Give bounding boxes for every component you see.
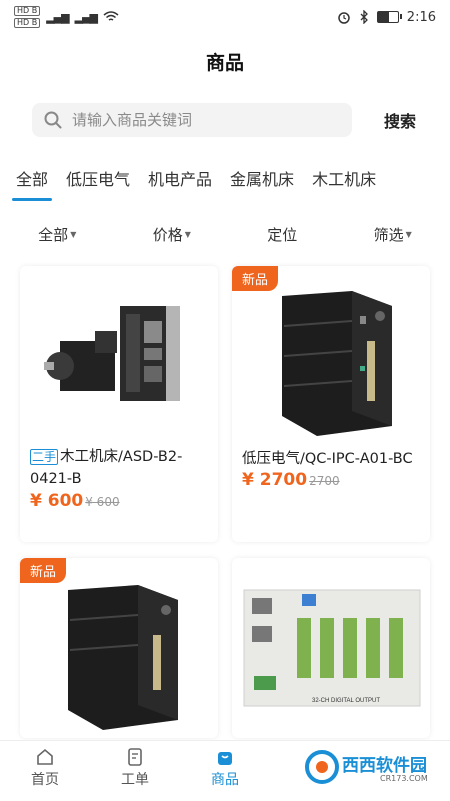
status-time: 2:16 bbox=[406, 9, 436, 25]
new-badge: 新品 bbox=[20, 558, 67, 583]
filter-all-label: 全部 bbox=[38, 225, 69, 244]
search-button[interactable]: 搜索 bbox=[384, 108, 416, 132]
caret-down-icon: ▼ bbox=[70, 229, 77, 239]
filter-row: 全部 ▼ 价格 ▼ 定位 筛选 ▼ bbox=[0, 222, 450, 246]
used-tag: 二手 bbox=[30, 449, 59, 465]
product-old-price: 2700 bbox=[309, 474, 340, 488]
bluetooth-icon bbox=[360, 10, 368, 24]
industrial-pc-image bbox=[282, 291, 392, 436]
filter-price[interactable]: 价格 ▼ bbox=[153, 222, 191, 246]
filter-all[interactable]: 全部 ▼ bbox=[38, 222, 76, 246]
digital-output-module-image bbox=[243, 589, 421, 707]
servo-motor-image bbox=[44, 306, 180, 401]
tab-work-order[interactable]: 工单 bbox=[90, 741, 180, 801]
filter-location-label: 定位 bbox=[267, 225, 298, 244]
product-card[interactable]: 二手 木工机床/ASD-B2-0421-B ¥ 600 ¥ 600 bbox=[20, 266, 218, 542]
product-title: 二手 木工机床/ASD-B2-0421-B bbox=[30, 446, 210, 490]
module-label: 32-CH DIGITAL OUTPUT bbox=[312, 698, 381, 704]
hd-label-1: HD B bbox=[14, 6, 41, 16]
filter-screen[interactable]: 筛选 ▼ bbox=[374, 222, 412, 246]
search-row: 搜索 bbox=[32, 102, 430, 138]
tab-home-label: 首页 bbox=[31, 772, 59, 788]
product-price: ¥ 600 bbox=[30, 491, 84, 511]
caret-down-icon: ▼ bbox=[405, 229, 412, 239]
search-input[interactable] bbox=[70, 110, 314, 130]
filter-location[interactable]: 定位 bbox=[267, 222, 297, 246]
category-tabs: 全部 低压电气 机电产品 金属机床 木工机床 bbox=[0, 160, 450, 204]
search-icon bbox=[44, 111, 62, 129]
shopping-bag-icon bbox=[218, 752, 232, 765]
category-tab-metal-machine[interactable]: 金属机床 bbox=[230, 160, 294, 190]
battery-icon bbox=[376, 11, 402, 23]
category-tab-low-voltage[interactable]: 低压电气 bbox=[66, 160, 130, 190]
tab-products-label: 商品 bbox=[211, 772, 239, 788]
new-badge: 新品 bbox=[232, 266, 279, 291]
price-row: ¥ 600 ¥ 600 bbox=[30, 491, 120, 511]
signal-icon-2: ▂▄▆ bbox=[74, 10, 98, 24]
document-icon bbox=[128, 748, 142, 766]
category-tab-woodworking[interactable]: 木工机床 bbox=[312, 160, 376, 190]
battery-level bbox=[377, 12, 389, 22]
tab-work-order-label: 工单 bbox=[121, 772, 149, 788]
hd-labels: HD B HD B bbox=[14, 6, 41, 28]
product-price: ¥ 2700 bbox=[242, 470, 308, 490]
status-right: 2:16 bbox=[337, 10, 436, 25]
status-left: HD B HD B ▂▄▆ ▂▄▆ bbox=[14, 6, 119, 28]
product-title: 低压电气/QC-IPC-A01-BC bbox=[242, 451, 413, 467]
category-tab-all[interactable]: 全部 bbox=[11, 160, 53, 201]
product-old-price: ¥ 600 bbox=[85, 495, 120, 509]
price-row: ¥ 2700 2700 bbox=[242, 470, 340, 490]
watermark-sub: CR173.COM bbox=[380, 774, 428, 783]
category-tab-electromechanical[interactable]: 机电产品 bbox=[148, 160, 212, 190]
product-card[interactable]: 新品 bbox=[20, 558, 218, 738]
watermark-text: 西西软件园 bbox=[342, 756, 427, 776]
wifi-icon bbox=[103, 11, 119, 21]
industrial-pc-image bbox=[68, 585, 178, 730]
caret-down-icon: ▼ bbox=[184, 229, 191, 239]
page-title: 商品 bbox=[205, 52, 244, 74]
product-card[interactable]: 32-CH DIGITAL OUTPUT bbox=[232, 558, 430, 738]
search-box[interactable] bbox=[32, 103, 352, 137]
filter-screen-label: 筛选 bbox=[373, 225, 404, 244]
product-card[interactable]: 新品 低压电气/QC-IPC-A01-BC ¥ 2700 2700 bbox=[232, 266, 430, 542]
home-icon bbox=[37, 748, 53, 765]
alarm-icon bbox=[338, 12, 350, 24]
signal-icon: ▂▄▆ bbox=[46, 10, 69, 24]
status-bar: HD B HD B ▂▄▆ ▂▄▆ 2:16 bbox=[0, 0, 450, 34]
tab-products[interactable]: 商品 bbox=[180, 741, 270, 801]
watermark-logo: 西西软件园 CR173.COM bbox=[300, 745, 450, 790]
hd-label-2: HD B bbox=[14, 18, 41, 28]
tab-home[interactable]: 首页 bbox=[0, 741, 90, 801]
filter-price-label: 价格 bbox=[152, 225, 183, 244]
